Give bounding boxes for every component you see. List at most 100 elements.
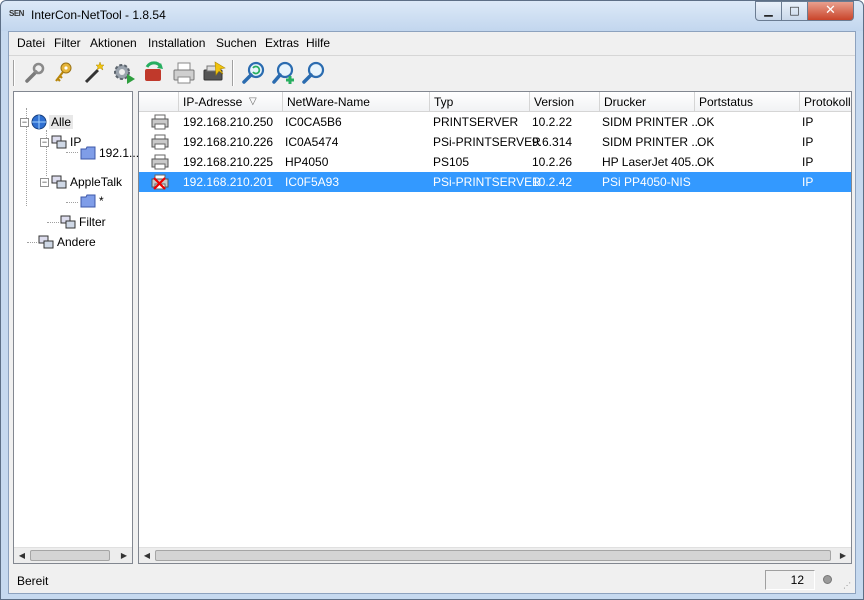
cell-drucker: HP LaserJet 405... — [602, 155, 702, 169]
tree-label-filter: Filter — [79, 215, 106, 229]
cell-protokoll: IP — [802, 135, 814, 149]
gear-run-icon[interactable] — [109, 58, 139, 88]
search-icon[interactable] — [299, 58, 329, 88]
wrench-icon[interactable] — [19, 58, 49, 88]
cell-netware: IC0F5A93 — [285, 175, 340, 189]
column-header-netware[interactable]: NetWare-Name — [283, 92, 430, 112]
menu-bar: Datei Filter Aktionen Installation Suche… — [9, 32, 855, 54]
tree-line — [66, 152, 78, 153]
cell-typ: PSi-PRINTSERVER — [433, 135, 541, 149]
search-refresh-icon[interactable] — [239, 58, 269, 88]
tree-panel[interactable]: − Alle − IP 192.1... − AppleTalk * Filte… — [13, 91, 139, 564]
column-header-icon[interactable] — [139, 92, 179, 112]
magic-wand-icon[interactable] — [79, 58, 109, 88]
scroll-thumb[interactable] — [30, 550, 110, 561]
printer-install-icon[interactable] — [199, 58, 229, 88]
cell-netware: IC0A5474 — [285, 135, 339, 149]
tree-item-ip[interactable]: − IP — [40, 133, 81, 151]
cell-typ: PS105 — [433, 155, 470, 169]
menu-extras[interactable]: Extras — [265, 36, 299, 50]
cell-protokoll: IP — [802, 155, 814, 169]
folder-icon — [80, 146, 96, 160]
menu-installation[interactable]: Installation — [148, 36, 205, 50]
collapse-icon[interactable]: − — [20, 117, 29, 127]
tree-horizontal-scrollbar[interactable]: ◀ ▶ — [14, 547, 132, 563]
app-window: SEN InterCon-NetTool - 1.8.54 ▁ □ ✕ Date… — [0, 0, 864, 600]
scroll-right-arrow[interactable]: ▶ — [836, 549, 850, 563]
scroll-right-arrow[interactable]: ▶ — [117, 549, 131, 563]
printer-icon — [151, 154, 169, 173]
menu-hilfe[interactable]: Hilfe — [306, 36, 330, 50]
status-led-icon — [823, 575, 832, 584]
menu-datei[interactable]: Datei — [17, 36, 45, 50]
column-header-portstatus[interactable]: Portstatus — [695, 92, 800, 112]
cell-ip: 192.168.210.250 — [183, 115, 274, 129]
cell-portstatus: OK — [697, 115, 715, 129]
maximize-button[interactable]: □ — [781, 1, 808, 21]
column-header-version[interactable]: Version — [530, 92, 600, 112]
cell-drucker: SIDM PRINTER ... — [602, 115, 702, 129]
close-button[interactable]: ✕ — [807, 1, 854, 21]
menu-filter[interactable]: Filter — [54, 36, 81, 50]
tree-label-andere: Andere — [57, 235, 96, 249]
folder-icon — [80, 194, 96, 208]
network-icon — [51, 175, 67, 189]
menu-suchen[interactable]: Suchen — [216, 36, 257, 50]
cell-ip: 192.168.210.225 — [183, 155, 274, 169]
status-count-panel: 12 — [765, 570, 815, 590]
cell-netware: HP4050 — [285, 155, 329, 169]
cell-portstatus: OK — [697, 135, 715, 149]
column-header-drucker[interactable]: Drucker — [600, 92, 695, 112]
tree-item-alle[interactable]: − Alle — [20, 113, 74, 131]
tree-item-andere[interactable]: Andere — [38, 233, 96, 251]
resize-grip-icon[interactable]: ⋰ — [843, 581, 851, 590]
toolbar-separator — [13, 60, 15, 86]
tree-item-appletalk[interactable]: − AppleTalk — [40, 173, 122, 191]
column-header-ip[interactable]: IP-Adresse ▽ — [179, 92, 283, 112]
key-icon[interactable] — [49, 58, 79, 88]
printer-icon[interactable] — [169, 58, 199, 88]
tree-label-appletalk-zone: * — [99, 194, 104, 208]
status-text: Bereit — [17, 574, 49, 588]
tree-label-alle: Alle — [49, 115, 74, 129]
cell-version: 10.2.22 — [532, 115, 573, 129]
table-row-selected[interactable]: 192.168.210.201 IC0F5A93 PSi-PRINTSERVER… — [139, 172, 851, 192]
list-header: IP-Adresse ▽ NetWare-Name Typ Version Dr… — [139, 92, 851, 112]
collapse-icon[interactable]: − — [40, 137, 49, 147]
tree-item-ip-subnet[interactable]: 192.1... — [80, 144, 139, 162]
cell-typ: PRINTSERVER — [433, 115, 519, 129]
cell-drucker: SIDM PRINTER ... — [602, 135, 702, 149]
scroll-thumb[interactable] — [155, 550, 831, 561]
column-header-protokoll[interactable]: Protokoll — [800, 92, 851, 112]
table-row[interactable]: 192.168.210.250 IC0CA5B6 PRINTSERVER 10.… — [139, 112, 851, 132]
tree-line — [27, 242, 37, 243]
cell-ip: 192.168.210.226 — [183, 135, 274, 149]
table-row[interactable]: 192.168.210.225 HP4050 PS105 10.2.26 HP … — [139, 152, 851, 172]
menu-aktionen[interactable]: Aktionen — [90, 36, 137, 50]
printer-icon — [151, 114, 169, 133]
cell-ip: 192.168.210.201 — [183, 175, 274, 189]
cell-drucker: PSi PP4050-NIS — [602, 175, 691, 189]
cell-portstatus — [693, 172, 697, 192]
minimize-button[interactable]: ▁ — [755, 1, 782, 21]
sort-indicator-icon: ▽ — [249, 96, 257, 107]
scroll-left-arrow[interactable]: ◀ — [140, 549, 154, 563]
tree-item-appletalk-zone[interactable]: * — [80, 192, 104, 210]
globe-icon — [31, 114, 47, 130]
toolbar — [9, 55, 855, 89]
network-icon — [38, 235, 54, 249]
scroll-left-arrow[interactable]: ◀ — [15, 549, 29, 563]
window-title: InterCon-NetTool - 1.8.54 — [31, 8, 166, 22]
table-row[interactable]: 192.168.210.226 IC0A5474 PSi-PRINTSERVER… — [139, 132, 851, 152]
search-add-icon[interactable] — [269, 58, 299, 88]
status-bar: Bereit 12 ⋰ — [9, 567, 855, 593]
collapse-icon[interactable]: − — [40, 177, 49, 187]
title-bar[interactable]: SEN InterCon-NetTool - 1.8.54 ▁ □ ✕ — [1, 1, 863, 31]
tree-item-filter[interactable]: Filter — [60, 213, 106, 231]
cell-protokoll: IP — [802, 175, 814, 189]
list-horizontal-scrollbar[interactable]: ◀ ▶ — [139, 547, 851, 563]
tree-label-appletalk: AppleTalk — [70, 175, 123, 189]
column-header-typ[interactable]: Typ — [430, 92, 530, 112]
device-list[interactable]: IP-Adresse ▽ NetWare-Name Typ Version Dr… — [138, 91, 852, 564]
refresh-printer-icon[interactable] — [139, 58, 169, 88]
